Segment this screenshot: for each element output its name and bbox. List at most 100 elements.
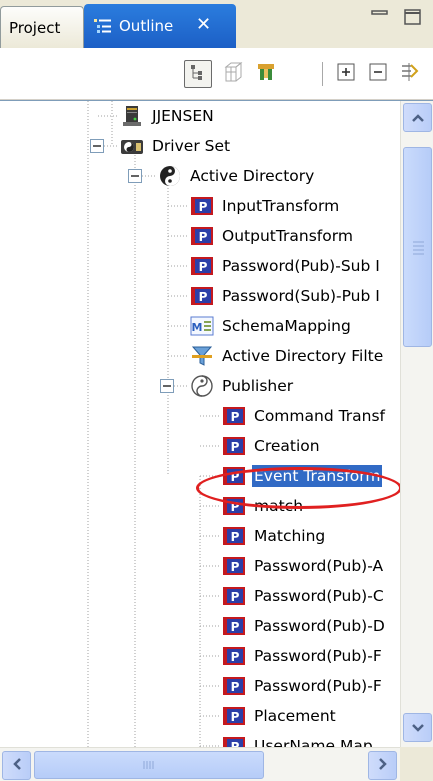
- tree-item[interactable]: P OutputTransform: [190, 221, 355, 251]
- tree-item-label: Matching: [254, 527, 326, 545]
- schema-mapping-icon: M: [190, 315, 214, 337]
- tree-item[interactable]: JJENSEN: [120, 101, 216, 131]
- svg-text:P: P: [231, 410, 240, 424]
- tree-item[interactable]: P Password(Pub)-Sub I: [190, 251, 382, 281]
- outline-icon: [93, 17, 113, 39]
- tree-item[interactable]: Pmatch: [222, 491, 305, 521]
- close-icon[interactable]: ✕: [196, 14, 211, 35]
- collapse-toggle-icon[interactable]: [128, 169, 142, 183]
- tree-item[interactable]: P Password(Pub)-A: [222, 551, 385, 581]
- tree-item-label: UserName Map: [254, 737, 373, 747]
- tree-item-label: Password(Pub)-F: [254, 677, 382, 695]
- publisher-icon: [190, 375, 214, 397]
- svg-text:P: P: [231, 470, 240, 484]
- tree-item-label: Active Directory Filte: [222, 347, 384, 365]
- scroll-left-button[interactable]: [2, 751, 31, 780]
- tree-item-label: Password(Pub)-F: [254, 647, 382, 665]
- toolbar-separator: [322, 62, 323, 86]
- tree-item[interactable]: Driver Set: [120, 131, 232, 161]
- driver-icon: [158, 165, 182, 187]
- policy-icon: P: [222, 615, 246, 637]
- tree-item[interactable]: Publisher: [190, 371, 295, 401]
- svg-text:P: P: [231, 620, 240, 634]
- tree-item[interactable]: M SchemaMapping: [190, 311, 353, 341]
- tree-item-label: Placement: [254, 707, 336, 725]
- hierarchy-view-icon: [189, 63, 207, 85]
- policy-icon: P: [222, 495, 246, 517]
- svg-text:P: P: [231, 530, 240, 544]
- chevron-up-icon: [411, 109, 425, 127]
- tree-item-label: Password(Pub)-D: [254, 617, 385, 635]
- tree-item-label: Password(Sub)-Pub I: [222, 287, 380, 305]
- scrollbar-corner: [400, 747, 433, 781]
- tree-item-label: Password(Pub)-A: [254, 557, 384, 575]
- svg-text:P: P: [231, 560, 240, 574]
- tree-item[interactable]: P Command Transf: [222, 401, 387, 431]
- tree-item-label: OutputTransform: [222, 227, 353, 245]
- tree-item[interactable]: P Placement: [222, 701, 338, 731]
- svg-text:P: P: [199, 230, 208, 244]
- collapse-toggle-icon[interactable]: [160, 379, 174, 393]
- tree-item-label: JJENSEN: [152, 107, 214, 125]
- tree-item-label: InputTransform: [222, 197, 340, 215]
- tree-item[interactable]: P Password(Sub)-Pub I: [190, 281, 382, 311]
- collapse-all-icon: [368, 62, 388, 86]
- tree-item-label: Publisher: [222, 377, 294, 395]
- horizontal-scrollbar[interactable]: [0, 747, 400, 781]
- policy-icon: P: [190, 285, 214, 307]
- driver-set-icon: [120, 135, 144, 157]
- svg-text:P: P: [231, 680, 240, 694]
- tree-item[interactable]: P Password(Pub)-D: [222, 611, 387, 641]
- tab-outline-label: Outline: [119, 17, 174, 35]
- tree-item[interactable]: P UserName Map: [222, 731, 375, 747]
- tree-item[interactable]: P InputTransform: [190, 191, 341, 221]
- horizontal-scroll-thumb[interactable]: [34, 751, 264, 779]
- svg-text:P: P: [231, 740, 240, 747]
- tree-item[interactable]: Active Directory Filte: [190, 341, 385, 371]
- tree-item[interactable]: P Password(Pub)-F: [222, 641, 384, 671]
- policy-icon: P: [222, 465, 246, 487]
- svg-text:P: P: [199, 200, 208, 214]
- link-with-editor-button[interactable]: [396, 60, 424, 88]
- policy-icon: P: [222, 555, 246, 577]
- outline-tree-panel: JJENSEN Driver Set Active Directory P InputT…: [0, 100, 433, 781]
- collapse-all-button[interactable]: [364, 60, 392, 88]
- hide-fields-button[interactable]: [218, 60, 246, 88]
- svg-text:P: P: [231, 590, 240, 604]
- expand-all-icon: [336, 62, 356, 86]
- tree-item[interactable]: P Event Transform: [222, 461, 383, 491]
- chevron-left-icon: [12, 757, 22, 775]
- tree-item-label: SchemaMapping: [222, 317, 351, 335]
- scroll-down-button[interactable]: [403, 713, 432, 742]
- svg-text:P: P: [231, 500, 240, 514]
- policy-icon: P: [222, 675, 246, 697]
- scroll-up-button[interactable]: [403, 103, 432, 132]
- tree-item[interactable]: P Creation: [222, 431, 322, 461]
- collapse-toggle-icon[interactable]: [90, 139, 104, 153]
- tree-item[interactable]: Active Directory: [158, 161, 316, 191]
- policy-icon: P: [222, 585, 246, 607]
- tab-project[interactable]: Project: [0, 6, 84, 48]
- tree-item-label: Command Transf: [254, 407, 386, 425]
- chevron-right-icon: [378, 757, 388, 775]
- tree-item[interactable]: P Password(Pub)-C: [222, 581, 386, 611]
- policy-icon: P: [190, 225, 214, 247]
- vertical-scroll-thumb[interactable]: [403, 147, 432, 347]
- policy-icon: P: [222, 705, 246, 727]
- tree-item-label: Event Transform: [252, 465, 383, 487]
- hierarchy-view-button[interactable]: [184, 60, 212, 88]
- filter-button[interactable]: [252, 60, 280, 88]
- vertical-scrollbar[interactable]: [400, 101, 433, 747]
- maximize-icon[interactable]: [403, 8, 423, 26]
- policy-icon: P: [190, 255, 214, 277]
- expand-all-button[interactable]: [332, 60, 360, 88]
- tab-outline[interactable]: Outline ✕: [84, 4, 236, 48]
- minimize-icon[interactable]: [370, 8, 390, 26]
- tree-item[interactable]: P Matching: [222, 521, 327, 551]
- policy-icon: P: [222, 405, 246, 427]
- tree-item[interactable]: P Password(Pub)-F: [222, 671, 384, 701]
- tree-item-label: Password(Pub)-Sub I: [222, 257, 380, 275]
- outline-tree[interactable]: JJENSEN Driver Set Active Directory P InputT…: [0, 101, 400, 747]
- svg-text:P: P: [231, 440, 240, 454]
- scroll-right-button[interactable]: [368, 751, 397, 780]
